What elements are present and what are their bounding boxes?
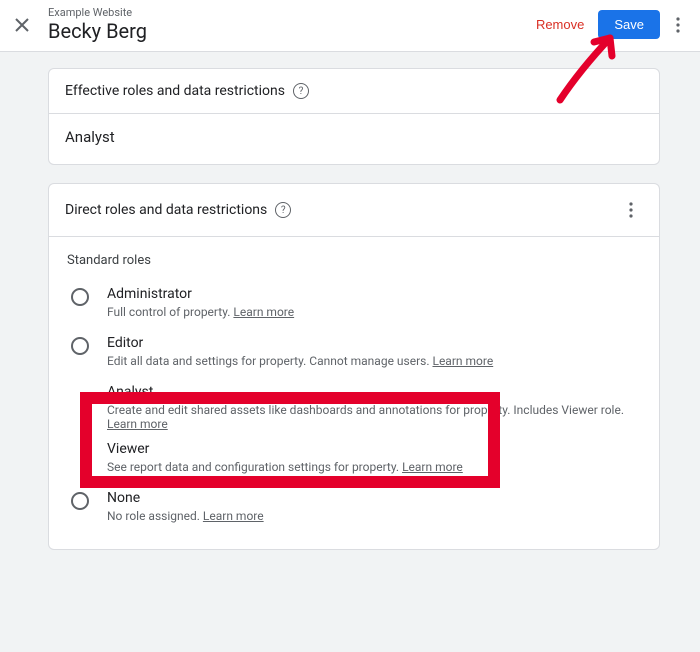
role-desc: No role assigned. Learn more xyxy=(107,509,264,523)
learn-more-link[interactable]: Learn more xyxy=(402,460,463,474)
more-icon[interactable] xyxy=(619,198,643,222)
effective-role-value: Analyst xyxy=(65,114,643,146)
effective-roles-card: Effective roles and data restrictions ? … xyxy=(48,68,660,165)
direct-roles-body: Standard roles Administrator Full contro… xyxy=(49,237,659,549)
learn-more-link[interactable]: Learn more xyxy=(233,305,294,319)
standard-roles-label: Standard roles xyxy=(67,253,643,268)
direct-roles-title: Direct roles and data restrictions xyxy=(65,202,267,218)
direct-roles-card: Direct roles and data restrictions ? Sta… xyxy=(48,183,660,550)
role-desc: Edit all data and settings for property.… xyxy=(107,354,493,368)
learn-more-link[interactable]: Learn more xyxy=(432,354,493,368)
remove-button[interactable]: Remove xyxy=(526,11,594,38)
radio-editor[interactable] xyxy=(71,337,89,355)
role-row-analyst: Analyst Create and edit shared assets li… xyxy=(65,380,643,437)
role-row-viewer: Viewer See report data and configuration… xyxy=(65,437,643,486)
role-row-none: None No role assigned. Learn more xyxy=(65,486,643,535)
header-subtitle: Example Website xyxy=(48,6,147,19)
direct-roles-header: Direct roles and data restrictions ? xyxy=(49,184,659,237)
role-row-editor: Editor Edit all data and settings for pr… xyxy=(65,331,643,380)
role-desc: See report data and configuration settin… xyxy=(107,460,463,474)
role-name: Viewer xyxy=(107,441,463,457)
effective-roles-header: Effective roles and data restrictions ? xyxy=(49,69,659,113)
role-name: Administrator xyxy=(107,286,294,302)
header-titles: Example Website Becky Berg xyxy=(48,6,147,43)
effective-roles-title: Effective roles and data restrictions xyxy=(65,83,285,99)
header-bar: Example Website Becky Berg Remove Save xyxy=(0,0,700,52)
save-button[interactable]: Save xyxy=(598,10,660,39)
role-name: Editor xyxy=(107,335,493,351)
radio-none[interactable] xyxy=(71,492,89,510)
role-name: Analyst xyxy=(107,384,624,400)
role-name: None xyxy=(107,490,264,506)
learn-more-link[interactable]: Learn more xyxy=(203,509,264,523)
radio-administrator[interactable] xyxy=(71,288,89,306)
role-row-administrator: Administrator Full control of property. … xyxy=(65,282,643,331)
help-icon[interactable]: ? xyxy=(293,83,309,99)
more-icon[interactable] xyxy=(666,13,690,37)
learn-more-link[interactable]: Learn more xyxy=(107,417,168,431)
role-desc: Create and edit shared assets like dashb… xyxy=(107,403,624,431)
role-desc: Full control of property. Learn more xyxy=(107,305,294,319)
page-body: Effective roles and data restrictions ? … xyxy=(0,52,700,652)
header-title: Becky Berg xyxy=(48,19,147,43)
effective-roles-body: Analyst xyxy=(49,113,659,164)
help-icon[interactable]: ? xyxy=(275,202,291,218)
close-icon[interactable] xyxy=(10,13,34,37)
